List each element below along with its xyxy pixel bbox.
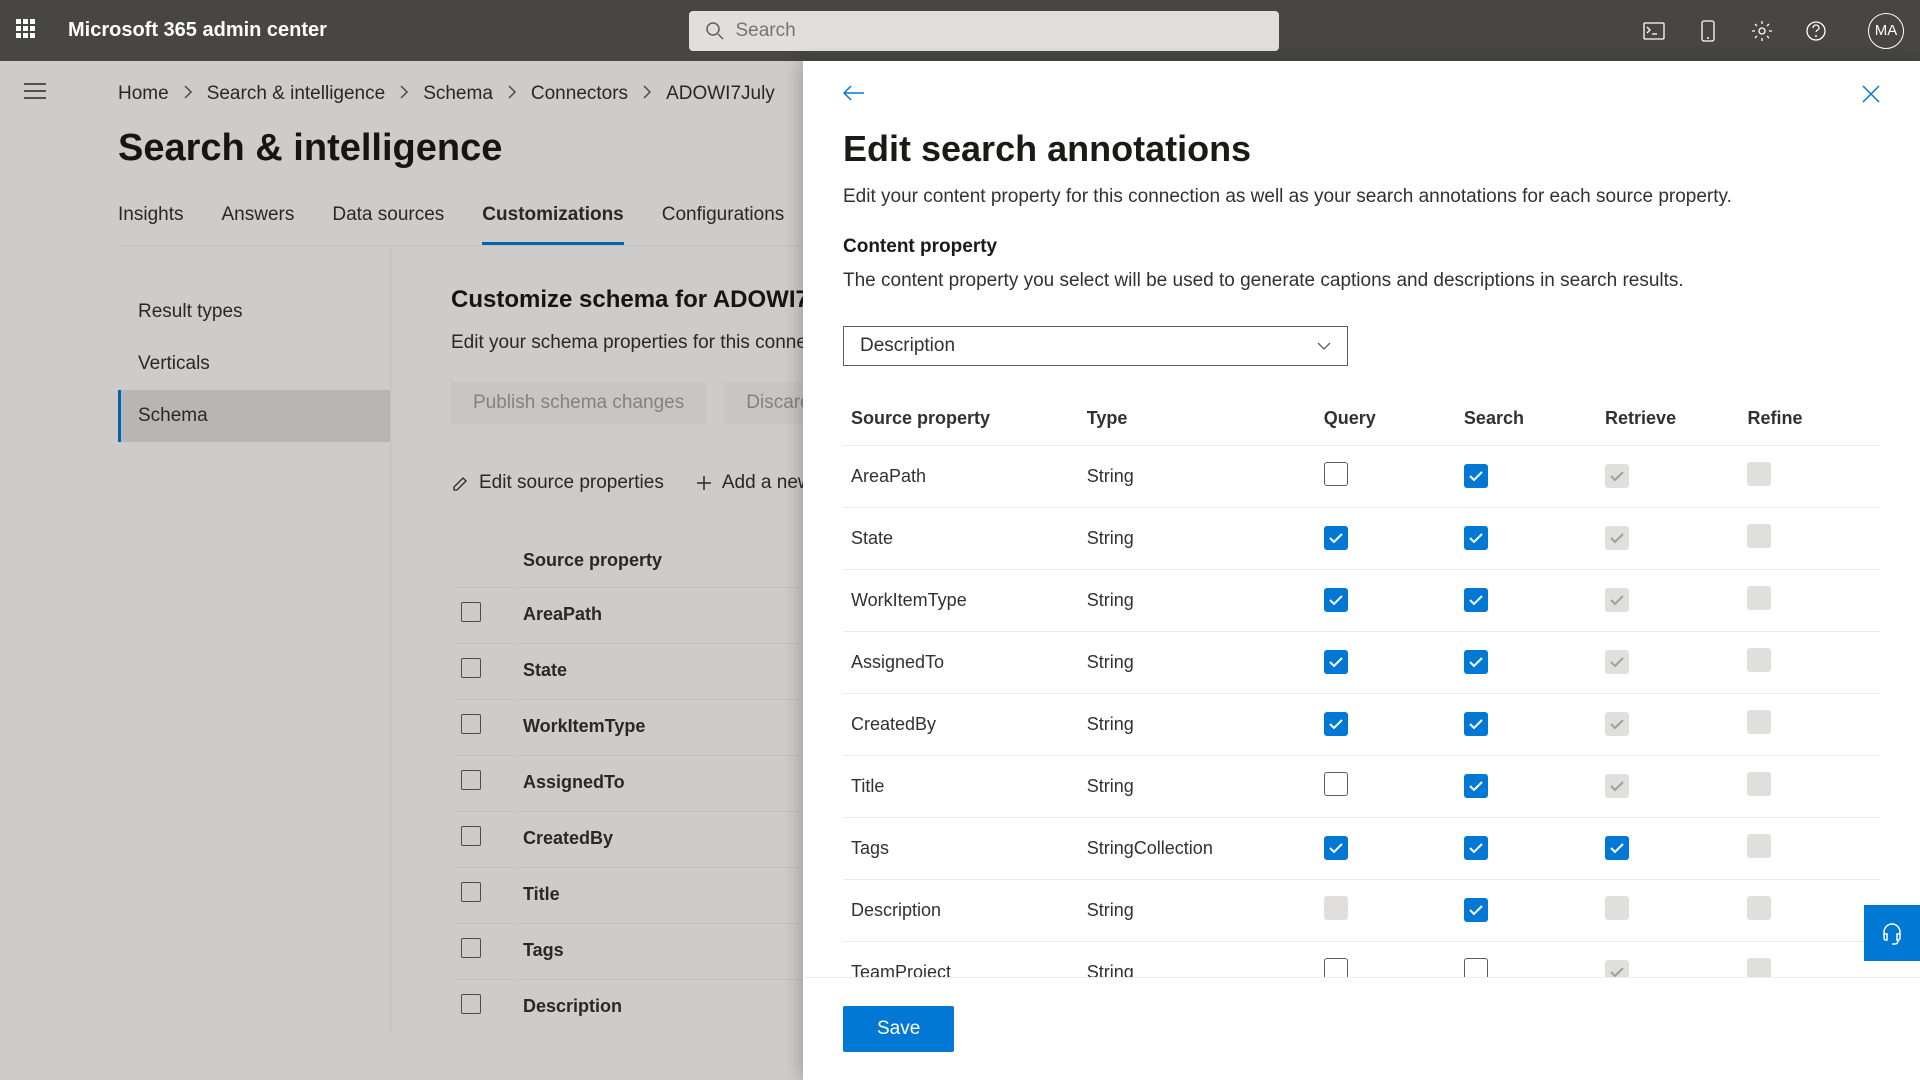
refine-checkbox — [1747, 462, 1771, 486]
column-header: Search — [1456, 396, 1597, 446]
search-checkbox[interactable] — [1464, 588, 1488, 612]
search-checkbox[interactable] — [1464, 774, 1488, 798]
back-arrow-icon — [843, 85, 865, 101]
shell-icon[interactable] — [1642, 19, 1666, 43]
retrieve-checkbox — [1605, 588, 1629, 612]
chevron-down-icon — [1317, 342, 1331, 350]
headset-icon — [1879, 920, 1905, 946]
refine-checkbox — [1747, 834, 1771, 858]
user-avatar[interactable]: MA — [1868, 13, 1904, 49]
retrieve-checkbox — [1605, 960, 1629, 977]
column-header: Refine — [1739, 396, 1880, 446]
search-checkbox[interactable] — [1464, 898, 1488, 922]
annotation-row: TitleString — [843, 756, 1880, 818]
content-property-dropdown[interactable]: Description — [843, 326, 1348, 366]
search-checkbox[interactable] — [1464, 464, 1488, 488]
content-property-description: The content property you select will be … — [843, 270, 1880, 292]
query-checkbox[interactable] — [1324, 958, 1348, 977]
annotation-row: AssignedToString — [843, 632, 1880, 694]
feedback-fab[interactable] — [1864, 905, 1920, 961]
refine-checkbox — [1747, 958, 1771, 977]
refine-checkbox — [1747, 524, 1771, 548]
retrieve-checkbox[interactable] — [1605, 836, 1629, 860]
query-checkbox[interactable] — [1324, 588, 1348, 612]
save-button[interactable]: Save — [843, 1006, 954, 1052]
panel-description: Edit your content property for this conn… — [843, 186, 1880, 208]
help-icon[interactable] — [1804, 19, 1828, 43]
annotation-row: StateString — [843, 508, 1880, 570]
app-title: Microsoft 365 admin center — [68, 19, 327, 42]
annotation-row: TeamProjectString — [843, 942, 1880, 978]
refine-checkbox — [1747, 648, 1771, 672]
query-checkbox[interactable] — [1324, 462, 1348, 486]
refine-checkbox — [1747, 896, 1771, 920]
close-icon — [1862, 85, 1880, 103]
annotation-row: WorkItemTypeString — [843, 570, 1880, 632]
search-checkbox[interactable] — [1464, 712, 1488, 736]
annotation-row: TagsStringCollection — [843, 818, 1880, 880]
search-checkbox[interactable] — [1464, 958, 1488, 977]
search-input[interactable] — [735, 20, 1263, 42]
top-bar: Microsoft 365 admin center MA — [0, 0, 1920, 61]
retrieve-checkbox — [1605, 712, 1629, 736]
column-header: Retrieve — [1597, 396, 1739, 446]
content-property-label: Content property — [843, 236, 1880, 258]
dropdown-value: Description — [860, 335, 955, 357]
panel-back-button[interactable] — [843, 85, 865, 106]
query-checkbox[interactable] — [1324, 712, 1348, 736]
annotations-table: Source propertyTypeQuerySearchRetrieveRe… — [843, 396, 1880, 977]
annotation-row: DescriptionString — [843, 880, 1880, 942]
refine-checkbox — [1747, 772, 1771, 796]
query-checkbox[interactable] — [1324, 772, 1348, 796]
mobile-icon[interactable] — [1696, 19, 1720, 43]
retrieve-checkbox — [1605, 526, 1629, 550]
query-checkbox[interactable] — [1324, 650, 1348, 674]
retrieve-checkbox — [1605, 774, 1629, 798]
retrieve-checkbox — [1605, 896, 1629, 920]
edit-annotations-panel: Edit search annotations Edit your conten… — [803, 61, 1920, 1080]
search-checkbox[interactable] — [1464, 526, 1488, 550]
query-checkbox[interactable] — [1324, 836, 1348, 860]
retrieve-checkbox — [1605, 650, 1629, 674]
refine-checkbox — [1747, 710, 1771, 734]
settings-icon[interactable] — [1750, 19, 1774, 43]
query-checkbox — [1324, 896, 1348, 920]
retrieve-checkbox — [1605, 464, 1629, 488]
column-header: Type — [1079, 396, 1316, 446]
panel-title: Edit search annotations — [843, 128, 1880, 170]
column-header: Source property — [843, 396, 1079, 446]
annotation-row: CreatedByString — [843, 694, 1880, 756]
app-launcher-icon[interactable] — [16, 19, 40, 43]
panel-close-button[interactable] — [1862, 85, 1880, 108]
search-icon — [705, 21, 725, 41]
column-header: Query — [1316, 396, 1456, 446]
refine-checkbox — [1747, 586, 1771, 610]
annotation-row: AreaPathString — [843, 446, 1880, 508]
query-checkbox[interactable] — [1324, 526, 1348, 550]
search-checkbox[interactable] — [1464, 650, 1488, 674]
search-checkbox[interactable] — [1464, 836, 1488, 860]
search-box[interactable] — [689, 11, 1279, 51]
